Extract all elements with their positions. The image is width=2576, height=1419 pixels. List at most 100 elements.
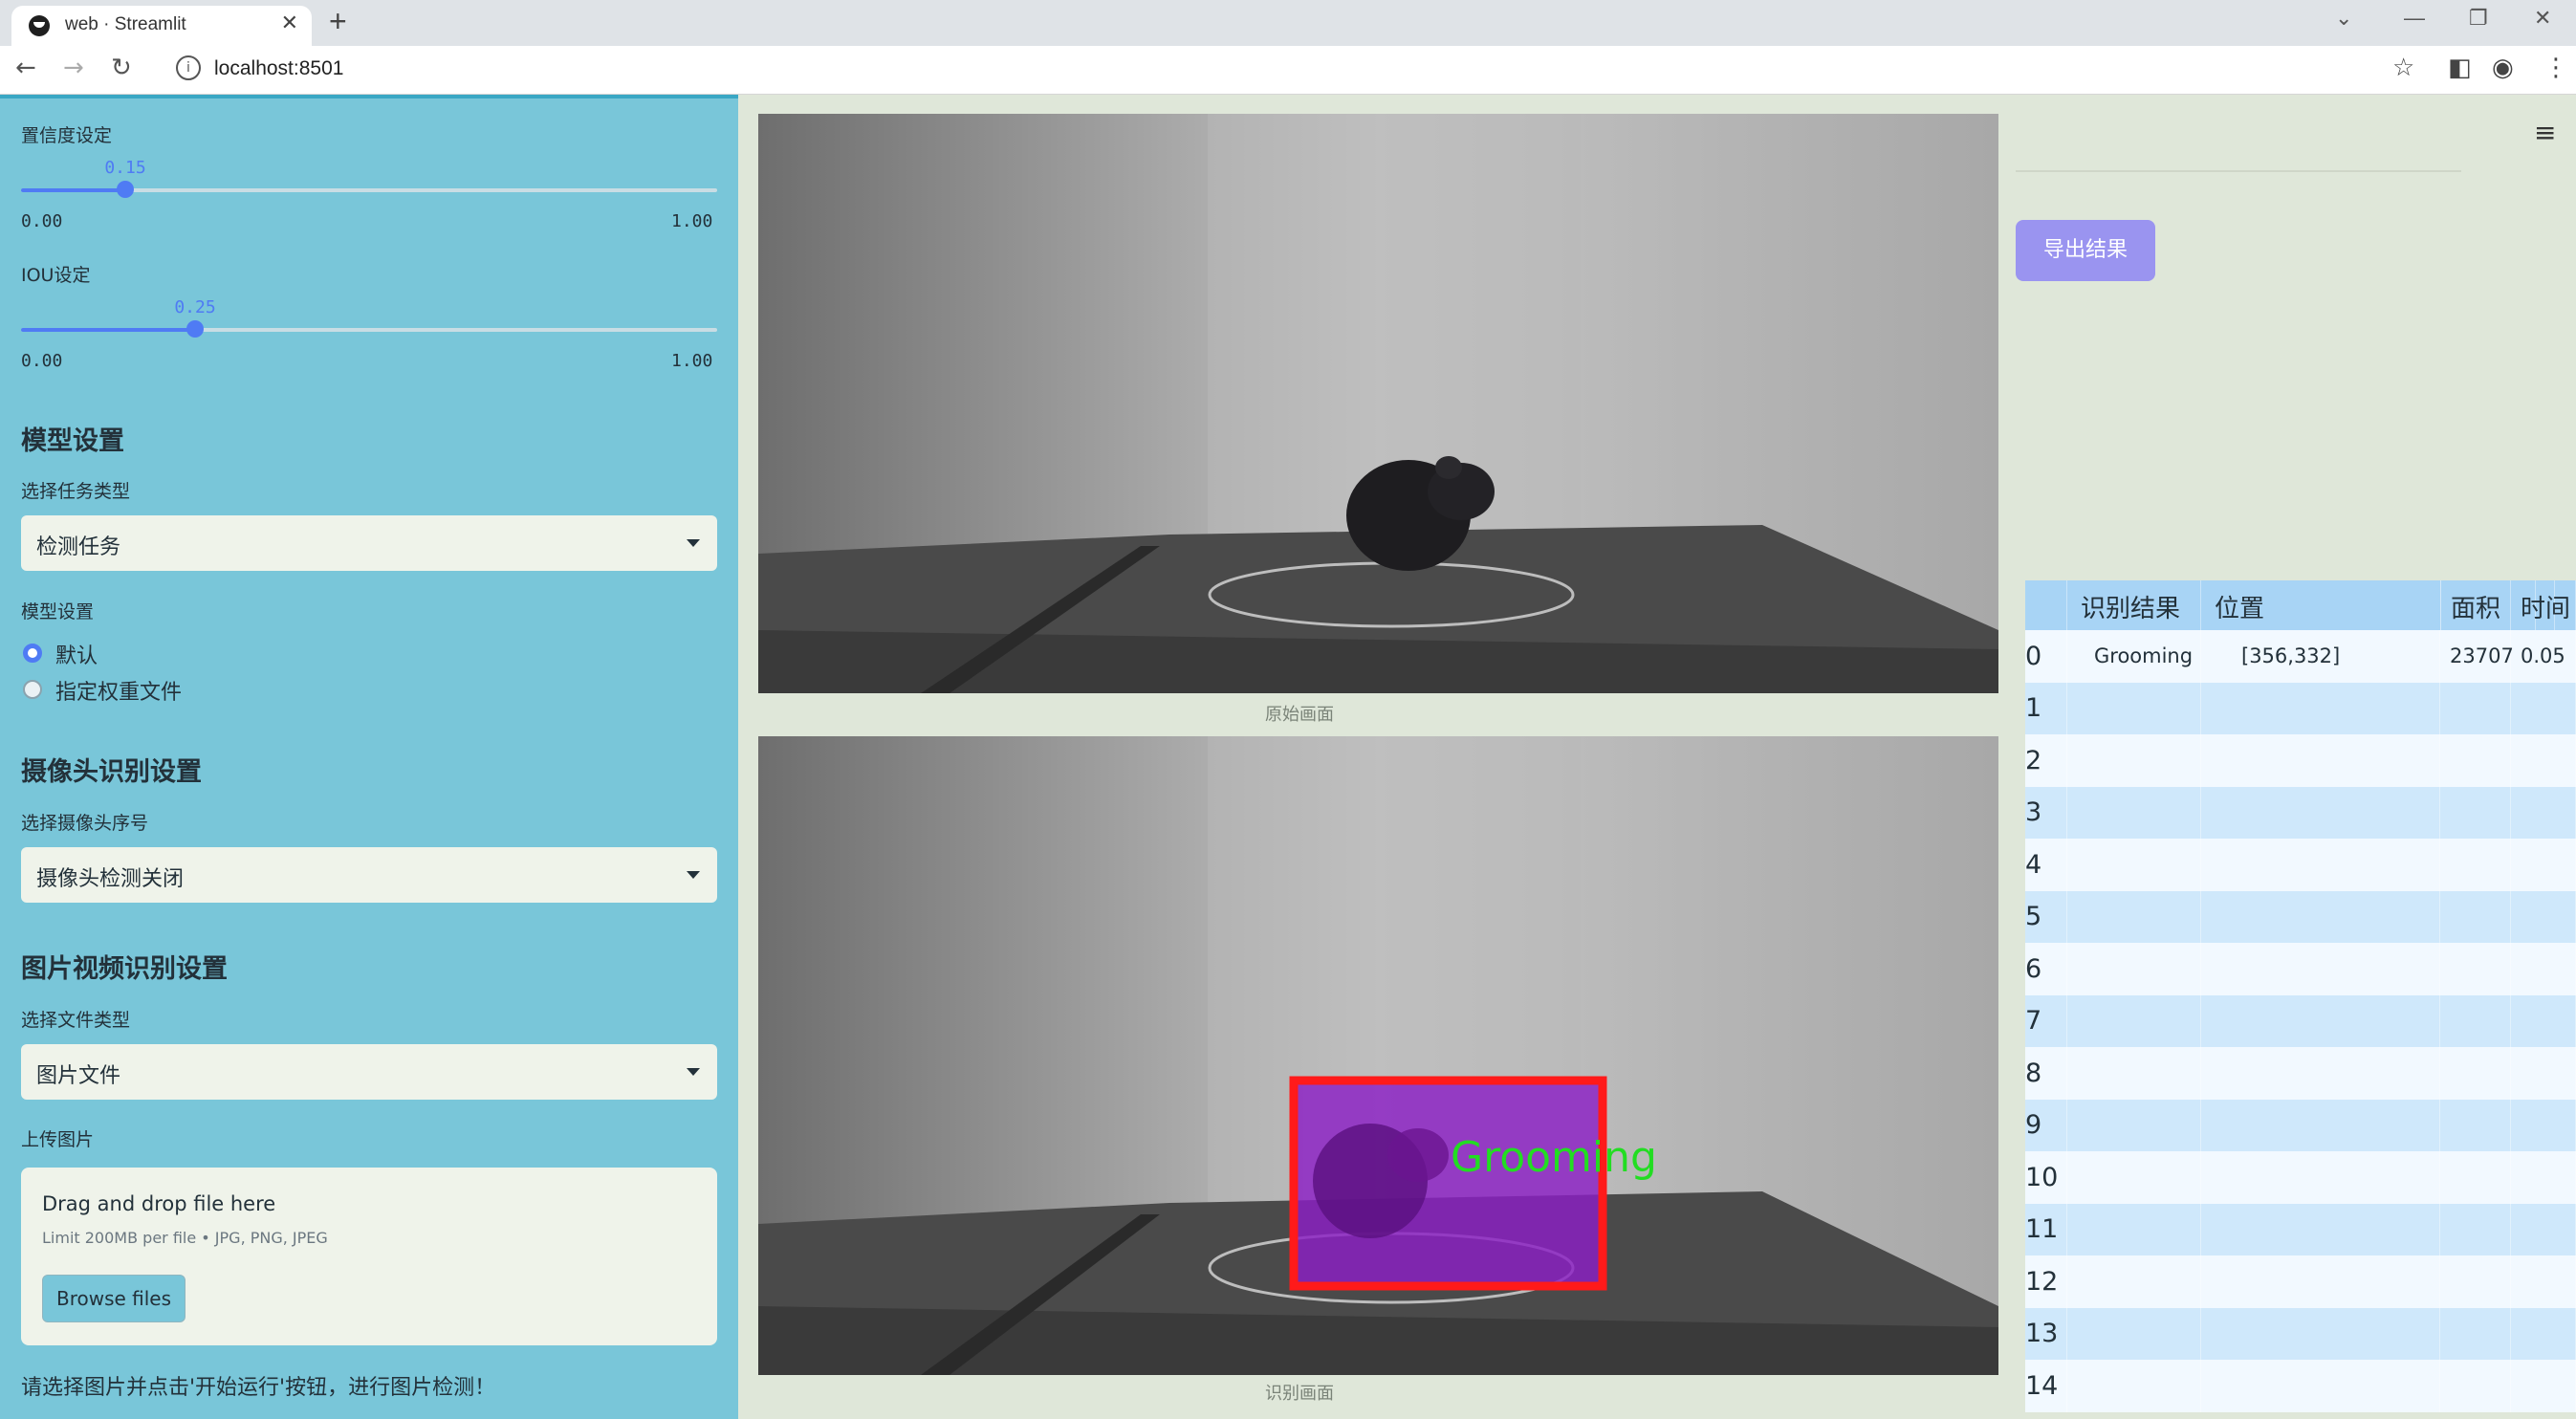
header-result[interactable]: 识别结果 (2067, 580, 2201, 633)
cell-area (2440, 682, 2511, 734)
header-index (2025, 580, 2067, 633)
row-index: 3 (2025, 786, 2067, 839)
tab-close-icon[interactable]: ✕ (281, 11, 298, 35)
cell-position (2201, 1255, 2440, 1308)
cell-result (2067, 839, 2201, 891)
cell-position (2201, 1099, 2440, 1151)
iou-max: 1.00 (671, 351, 713, 371)
row-index: 10 (2025, 1151, 2067, 1204)
cell-time (2511, 1151, 2576, 1204)
radio-custom-weights[interactable] (23, 680, 42, 699)
table-row[interactable]: 8 (2025, 1047, 2576, 1100)
camera-index-label: 选择摄像头序号 (21, 813, 149, 834)
hamburger-menu-icon[interactable]: ≡ (2534, 117, 2556, 148)
restore-icon[interactable]: ❐ (2469, 6, 2488, 31)
url-field[interactable]: i localhost:8501 (176, 54, 2385, 86)
cell-result (2067, 1151, 2201, 1204)
window-close-icon[interactable]: ✕ (2534, 6, 2551, 31)
table-row[interactable]: 4 (2025, 839, 2576, 891)
new-tab-icon[interactable]: + (329, 4, 347, 39)
table-row[interactable]: 5 (2025, 890, 2576, 943)
browser-menu-icon[interactable]: ⋮ (2543, 54, 2568, 82)
forward-icon[interactable]: → (63, 54, 84, 82)
task-type-select[interactable]: 检测任务 (21, 515, 717, 571)
back-icon[interactable]: ← (15, 54, 36, 82)
cell-area (2440, 1255, 2511, 1308)
site-info-icon[interactable]: i (176, 55, 201, 80)
table-row[interactable]: 9 (2025, 1099, 2576, 1151)
table-row[interactable]: 6 (2025, 943, 2576, 995)
file-dropzone[interactable]: Drag and drop file here Limit 200MB per … (21, 1168, 717, 1345)
address-bar: ← → ↻ i localhost:8501 ☆ ◧ ◉ ⋮ (0, 46, 2576, 95)
cell-time (2511, 1307, 2576, 1360)
cell-result (2067, 682, 2201, 734)
header-area[interactable]: 面积 (2440, 580, 2511, 633)
reload-icon[interactable]: ↻ (111, 54, 132, 82)
browser-tab[interactable]: web · Streamlit ✕ (11, 6, 312, 46)
cell-area: 23707 (2440, 630, 2514, 683)
cell-time (2511, 890, 2576, 943)
model-settings-heading: 模型设置 (21, 426, 124, 456)
table-row[interactable]: 3 (2025, 786, 2576, 839)
iou-slider-fill (21, 328, 195, 332)
original-caption: 原始画面 (1265, 705, 1334, 725)
cell-result (2067, 786, 2201, 839)
cell-position (2201, 1307, 2440, 1360)
cell-result (2067, 943, 2201, 995)
browse-files-button[interactable]: Browse files (42, 1275, 186, 1322)
table-header: 识别结果 位置 面积 时间 (2025, 580, 2576, 633)
table-row[interactable]: 13 (2025, 1307, 2576, 1360)
sidebar: 置信度设定 0.15 0.00 1.00 IOU设定 0.25 0.00 1.0… (0, 95, 738, 1419)
result-image: Grooming (758, 736, 1998, 1375)
cell-time (2511, 1099, 2576, 1151)
table-row[interactable]: 1 (2025, 682, 2576, 734)
row-index: 4 (2025, 839, 2067, 891)
cell-time (2511, 786, 2576, 839)
header-time[interactable]: 时间 (2511, 580, 2576, 633)
export-results-button[interactable]: 导出结果 (2016, 220, 2155, 281)
file-type-value: 图片文件 (36, 1064, 121, 1088)
cell-result (2067, 1047, 2201, 1100)
cell-position (2201, 890, 2440, 943)
table-row[interactable]: 12 (2025, 1255, 2576, 1308)
row-index: 7 (2025, 994, 2067, 1047)
radio-default[interactable] (23, 644, 42, 663)
table-row[interactable]: 10 (2025, 1151, 2576, 1204)
cell-area (2440, 839, 2511, 891)
dropzone-limit: Limit 200MB per file • JPG, PNG, JPEG (42, 1229, 328, 1247)
cell-position (2201, 1047, 2440, 1100)
cell-position (2201, 839, 2440, 891)
confidence-slider[interactable] (21, 181, 717, 198)
table-row[interactable]: 2 (2025, 734, 2576, 787)
table-row[interactable]: 0 Grooming [356,332] 23707 0.05 (2025, 630, 2576, 683)
iou-slider-thumb[interactable] (186, 320, 204, 338)
iou-label: IOU设定 (21, 265, 91, 286)
upload-label: 上传图片 (21, 1129, 95, 1150)
cell-area (2440, 786, 2511, 839)
file-type-select[interactable]: 图片文件 (21, 1044, 717, 1100)
table-row[interactable]: 7 (2025, 994, 2576, 1047)
profile-avatar-icon[interactable]: ◉ (2492, 54, 2514, 82)
table-row[interactable]: 11 (2025, 1203, 2576, 1255)
cell-time (2511, 1047, 2576, 1100)
cell-time (2511, 682, 2576, 734)
row-index: 2 (2025, 734, 2067, 787)
table-row[interactable]: 14 (2025, 1360, 2576, 1412)
detection-label: Grooming (1451, 1133, 1657, 1182)
streamlit-favicon-icon (29, 15, 50, 36)
row-index: 0 (2025, 630, 2067, 683)
bookmark-star-icon[interactable]: ☆ (2392, 54, 2414, 82)
instruction-text: 请选择图片并点击'开始运行'按钮，进行图片检测！ (21, 1376, 496, 1400)
row-index: 1 (2025, 682, 2067, 734)
side-panel-icon[interactable]: ◧ (2448, 54, 2472, 82)
confidence-slider-thumb[interactable] (117, 181, 134, 198)
chevron-down-icon (687, 871, 700, 879)
row-index: 13 (2025, 1307, 2067, 1360)
tab-list-chevron-icon[interactable]: ⌄ (2335, 6, 2352, 31)
minimize-icon[interactable]: — (2404, 6, 2425, 31)
cell-area (2440, 943, 2511, 995)
iou-slider[interactable] (21, 320, 717, 338)
cell-area (2440, 1099, 2511, 1151)
camera-index-select[interactable]: 摄像头检测关闭 (21, 847, 717, 903)
confidence-slider-fill (21, 188, 125, 192)
